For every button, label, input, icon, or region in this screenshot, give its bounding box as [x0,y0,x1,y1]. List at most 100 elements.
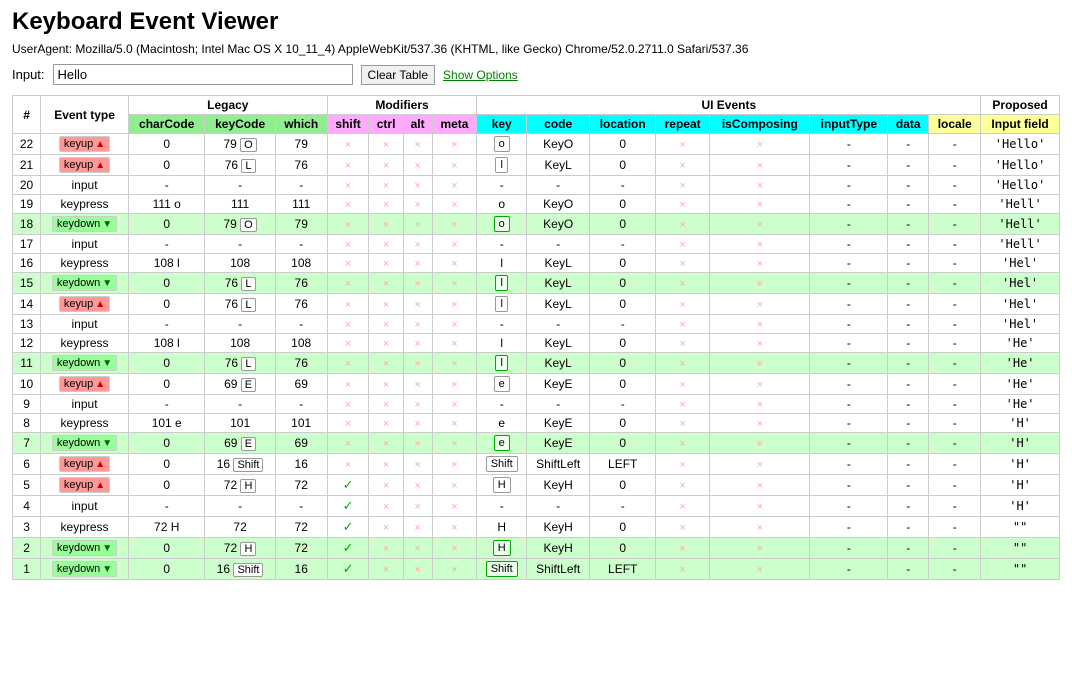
shift-value: × [345,180,351,192]
useragent-info: UserAgent: Mozilla/5.0 (Macintosh; Intel… [12,42,1060,56]
shift-value: × [345,438,351,450]
ctrl-value: × [383,459,389,471]
cell-which: 72 [275,475,327,496]
cell-meta: × [432,155,477,176]
cell-ctrl: × [369,454,403,475]
cell-inputtype: - [810,538,888,559]
cell-code: KeyL [526,353,589,374]
cell-key: o [477,214,527,235]
key-badge: e [494,376,510,392]
cell-shift: ✓ [327,496,369,517]
cell-location: 0 [590,294,656,315]
cell-which: 72 [275,538,327,559]
cell-code: KeyL [526,334,589,353]
key-value: l [500,336,503,350]
th-inputfield: Input field [981,115,1060,134]
cell-inputtype: - [810,517,888,538]
shift-value: × [345,239,351,251]
key-value: - [500,237,504,251]
th-charcode: charCode [129,115,205,134]
th-legacy-group: Legacy [129,96,328,115]
iscomposing-value: × [757,258,763,270]
cell-location: 0 [590,475,656,496]
cell-meta: × [432,214,477,235]
shift-value: ✓ [343,519,354,534]
cell-ctrl: × [369,195,403,214]
meta-value: × [451,219,457,231]
ctrl-value: × [383,418,389,430]
table-row: 7keydown ▼069 E69××××eKeyE0××---'H' [13,433,1060,454]
meta-value: × [451,139,457,151]
cell-location: 0 [590,334,656,353]
cell-key: o [477,134,527,155]
cell-code: - [526,235,589,254]
iscomposing-value: × [757,501,763,513]
event-type-badge: keyup ▲ [59,296,110,312]
cell-data: - [888,176,929,195]
cell-charcode: 0 [129,273,205,294]
cell-which: 79 [275,134,327,155]
event-type-badge: keydown ▼ [52,540,117,556]
alt-value: × [414,299,420,311]
key-value: - [500,499,504,513]
cell-meta: × [432,414,477,433]
cell-keycode: - [205,315,275,334]
cell-ctrl: × [369,496,403,517]
shift-value: × [345,379,351,391]
repeat-value: × [679,160,685,172]
cell-keycode: 108 [205,254,275,273]
cell-data: - [888,414,929,433]
cell-inputfield: 'H' [981,496,1060,517]
cell-charcode: - [129,496,205,517]
iscomposing-value: × [757,564,763,576]
cell-key: Shift [477,559,527,580]
cell-inputfield: 'Hello' [981,155,1060,176]
ctrl-value: × [383,219,389,231]
alt-value: × [414,338,420,350]
cell-data: - [888,395,929,414]
cell-inputfield: "" [981,517,1060,538]
cell-data: - [888,235,929,254]
cell-locale: - [929,235,981,254]
clear-table-button[interactable]: Clear Table [361,65,435,85]
cell-shift: ✓ [327,538,369,559]
cell-shift: × [327,395,369,414]
cell-repeat: × [656,475,710,496]
keycode-badge: O [240,138,257,152]
cell-iscomposing: × [710,496,810,517]
cell-charcode: 0 [129,559,205,580]
cell-which: 76 [275,294,327,315]
cell-inputtype: - [810,334,888,353]
cell-ctrl: × [369,517,403,538]
alt-value: × [414,438,420,450]
cell-inputtype: - [810,496,888,517]
table-row: 18keydown ▼079 O79××××oKeyO0××---'Hell' [13,214,1060,235]
ctrl-value: × [383,139,389,151]
cell-data: - [888,475,929,496]
cell-repeat: × [656,273,710,294]
cell-code: - [526,315,589,334]
iscomposing-value: × [757,358,763,370]
keyboard-input[interactable] [53,64,353,85]
th-eventtype: Event type [41,96,129,134]
cell-which: - [275,496,327,517]
cell-inputtype: - [810,155,888,176]
cell-inputfield: 'Hello' [981,134,1060,155]
cell-charcode: - [129,235,205,254]
cell-shift: × [327,235,369,254]
cell-num: 10 [13,374,41,395]
th-uievents-group: UI Events [477,96,981,115]
cell-shift: × [327,195,369,214]
th-location: location [590,115,656,134]
cell-iscomposing: × [710,155,810,176]
show-options-link[interactable]: Show Options [443,68,518,82]
ctrl-value: × [383,358,389,370]
cell-alt: × [403,475,432,496]
input-label: Input: [12,67,45,82]
cell-location: 0 [590,374,656,395]
cell-meta: × [432,294,477,315]
cell-iscomposing: × [710,273,810,294]
shift-value: ✓ [343,561,354,576]
keycode-badge: L [241,357,255,371]
repeat-value: × [679,522,685,534]
